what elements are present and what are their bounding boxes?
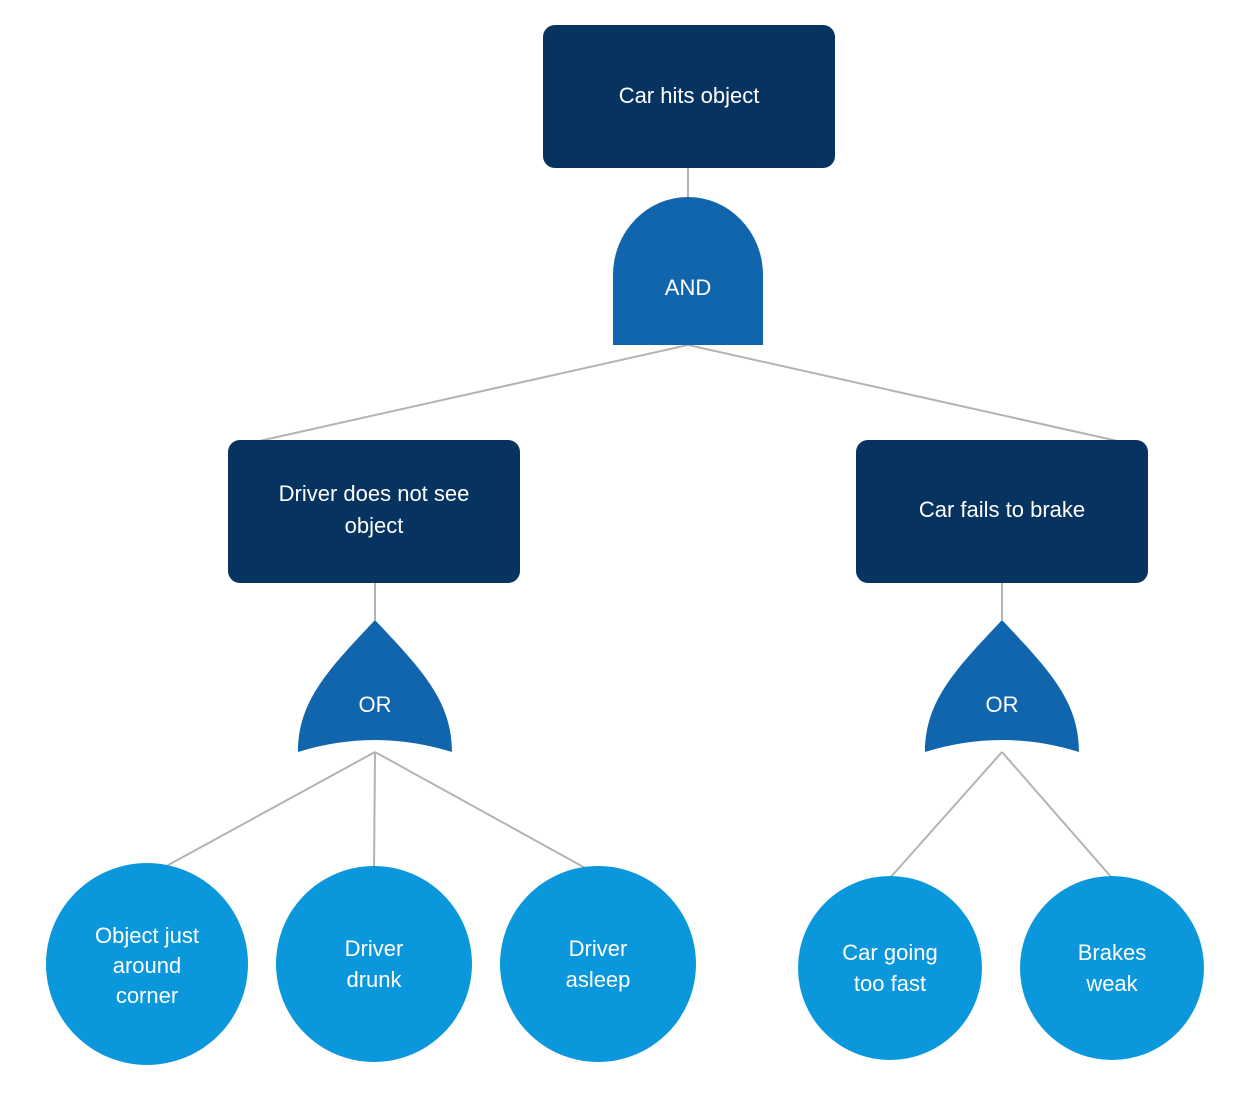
node-label-car-going-too-fast-line1: Car going [842,940,937,965]
edge-and-gate-to-car-fails-to-brake [687,344,1141,447]
edge-or-gate-left-to-driver-drunk [373,751,376,873]
node-object-just-around-corner[interactable]: Object just around corner [46,863,248,1065]
node-gate-and-top[interactable]: AND [613,197,763,345]
node-label-gate-and-top: AND [665,275,711,300]
or-gate-shape [298,620,452,752]
node-label-object-just-around-corner-line3: corner [116,983,178,1008]
node-driver-asleep[interactable]: Driver asleep [500,866,696,1062]
node-label-brakes-weak-line2: weak [1085,971,1138,996]
node-label-driver-does-not-see-object-line1: Driver does not see [279,481,470,506]
node-label-driver-drunk-line2: drunk [346,967,402,992]
node-label-car-hits-object: Car hits object [619,83,760,108]
node-car-hits-object[interactable]: Car hits object [543,25,835,168]
node-car-fails-to-brake[interactable]: Car fails to brake [856,440,1148,583]
node-gate-or-left[interactable]: OR [298,620,452,752]
node-label-gate-or-right: OR [986,692,1019,717]
fault-tree-canvas: Car hits object AND Driver does not see … [46,25,1204,1065]
basic-event-circle-shape [276,866,472,1062]
edge-and-gate-to-driver-does-not-see-object [236,344,689,447]
node-driver-drunk[interactable]: Driver drunk [276,866,472,1062]
or-gate-shape [925,620,1079,752]
basic-event-circle-shape [798,876,982,1060]
node-label-car-going-too-fast-line2: too fast [854,971,926,996]
node-car-going-too-fast[interactable]: Car going too fast [798,876,982,1060]
and-gate-shape [613,197,763,345]
node-label-driver-asleep-line1: Driver [569,936,628,961]
node-label-gate-or-left: OR [359,692,392,717]
node-gate-or-right[interactable]: OR [925,620,1079,752]
node-label-object-just-around-corner-line1: Object just [95,923,199,948]
node-label-object-just-around-corner-line2: around [113,953,182,978]
edge-or-gate-left-to-driver-asleep [374,751,599,876]
edge-or-gate-right-to-brakes-weak [1001,751,1113,879]
node-label-driver-drunk-line1: Driver [345,936,404,961]
edge-or-gate-right-to-car-going-too-fast [889,751,1003,879]
node-label-car-fails-to-brake: Car fails to brake [919,497,1085,522]
node-label-driver-asleep-line2: asleep [566,967,631,992]
node-label-driver-does-not-see-object-line2: object [345,513,404,538]
node-driver-does-not-see-object[interactable]: Driver does not see object [228,440,520,583]
fault-tree-diagram: Car hits object AND Driver does not see … [0,0,1244,1098]
node-brakes-weak[interactable]: Brakes weak [1020,876,1204,1060]
basic-event-circle-shape [1020,876,1204,1060]
basic-event-circle-shape [500,866,696,1062]
node-label-brakes-weak-line1: Brakes [1078,940,1146,965]
edge-or-gate-left-to-object-just-around-corner [149,751,376,876]
event-box-shape [228,440,520,583]
